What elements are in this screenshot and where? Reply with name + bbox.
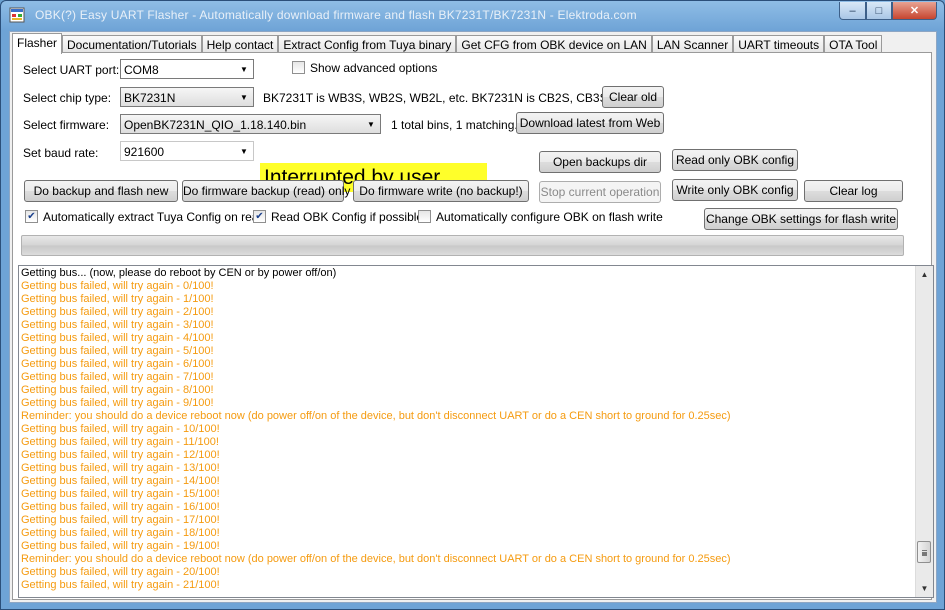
clear-old-button[interactable]: Clear old [602, 86, 664, 108]
log-line: Getting bus failed, will try again - 6/1… [21, 358, 214, 370]
client-area: Flasher Documentation/Tutorials Help con… [9, 31, 937, 603]
auto-configure-label: Automatically configure OBK on flash wri… [436, 210, 663, 224]
backup-and-flash-button[interactable]: Do backup and flash new [24, 180, 178, 202]
log-line: Getting bus failed, will try again - 8/1… [21, 384, 214, 396]
log-line: Getting bus failed, will try again - 17/… [21, 514, 220, 526]
checkmark-icon: ✔ [27, 211, 36, 222]
auto-configure-checkbox[interactable] [418, 210, 431, 223]
auto-extract-checkbox[interactable]: ✔ [25, 210, 38, 223]
log-line: Getting bus failed, will try again - 2/1… [21, 306, 214, 318]
log-lines: Getting bus... (now, please do reboot by… [21, 267, 913, 592]
dropdown-arrow-icon: ▼ [240, 92, 248, 102]
uart-port-value: COM8 [124, 63, 159, 77]
dropdown-arrow-icon: ▼ [240, 146, 248, 156]
tab-flasher[interactable]: Flasher [12, 33, 63, 54]
progress-bar [21, 235, 904, 256]
log-scrollbar[interactable]: ▲ ▼ [915, 266, 933, 597]
chip-type-select[interactable]: BK7231N ▼ [120, 87, 254, 107]
clear-log-button[interactable]: Clear log [804, 180, 903, 202]
firmware-value: OpenBK7231N_QIO_1.18.140.bin [124, 118, 307, 132]
checkmark-icon: ✔ [255, 211, 264, 222]
firmware-label: Select firmware: [23, 118, 110, 132]
log-line: Getting bus failed, will try again - 9/1… [21, 397, 214, 409]
maximize-icon: □ [875, 4, 883, 17]
log-line: Getting bus failed, will try again - 14/… [21, 475, 220, 487]
read-obk-config-checkbox[interactable]: ✔ [253, 210, 266, 223]
uart-port-select[interactable]: COM8 ▼ [120, 59, 254, 79]
log-line: Getting bus failed, will try again - 21/… [21, 579, 220, 591]
log-line: Getting bus failed, will try again - 10/… [21, 423, 220, 435]
log-line: Getting bus failed, will try again - 7/1… [21, 371, 214, 383]
close-icon: ✕ [909, 5, 920, 17]
dropdown-arrow-icon: ▼ [240, 64, 248, 74]
chip-type-label: Select chip type: [23, 91, 112, 105]
scrollbar-thumb[interactable] [917, 541, 931, 563]
log-line: Reminder: you should do a device reboot … [21, 553, 731, 565]
open-backups-button[interactable]: Open backups dir [539, 151, 661, 173]
log-line: Getting bus... (now, please do reboot by… [21, 267, 337, 279]
show-advanced-checkbox[interactable] [292, 61, 305, 74]
read-only-obk-config-button[interactable]: Read only OBK config [672, 149, 798, 171]
log-line: Reminder: you should do a device reboot … [21, 410, 731, 422]
log-line: Getting bus failed, will try again - 12/… [21, 449, 220, 461]
write-only-obk-config-button[interactable]: Write only OBK config [672, 179, 798, 201]
show-advanced-label: Show advanced options [310, 61, 438, 75]
maximize-button[interactable]: □ [866, 2, 892, 20]
log-line: Getting bus failed, will try again - 4/1… [21, 332, 214, 344]
chip-type-hint: BK7231T is WB3S, WB2S, WB2L, etc. BK7231… [263, 91, 631, 105]
firmware-summary: 1 total bins, 1 matching. [391, 118, 518, 132]
log-line: Getting bus failed, will try again - 20/… [21, 566, 220, 578]
read-obk-config-label: Read OBK Config if possible [271, 210, 424, 224]
change-obk-settings-button[interactable]: Change OBK settings for flash write [704, 208, 898, 230]
baud-rate-value: 921600 [124, 145, 165, 159]
dropdown-arrow-icon: ▼ [367, 119, 375, 129]
scroll-down-icon[interactable]: ▼ [916, 580, 933, 597]
minimize-icon: – [849, 4, 856, 17]
log-line: Getting bus failed, will try again - 5/1… [21, 345, 214, 357]
firmware-write-button[interactable]: Do firmware write (no backup!) [353, 180, 529, 202]
uart-port-label: Select UART port: [23, 63, 120, 77]
log-line: Getting bus failed, will try again - 3/1… [21, 319, 214, 331]
log-line: Getting bus failed, will try again - 1/1… [21, 293, 214, 305]
log-line: Getting bus failed, will try again - 16/… [21, 501, 220, 513]
download-latest-button[interactable]: Download latest from Web [516, 112, 664, 134]
chip-type-value: BK7231N [124, 91, 176, 105]
log-line: Getting bus failed, will try again - 13/… [21, 462, 220, 474]
log-line: Getting bus failed, will try again - 11/… [21, 436, 219, 448]
firmware-backup-button[interactable]: Do firmware backup (read) only [182, 180, 350, 202]
flasher-tab-page: Select UART port: COM8 ▼ Show advanced o… [12, 52, 934, 600]
minimize-button[interactable]: – [839, 2, 866, 20]
log-line: Getting bus failed, will try again - 19/… [21, 540, 220, 552]
close-button[interactable]: ✕ [892, 2, 937, 20]
scroll-up-icon[interactable]: ▲ [916, 266, 933, 283]
log-line: Getting bus failed, will try again - 15/… [21, 488, 220, 500]
log-line: Getting bus failed, will try again - 18/… [21, 527, 220, 539]
log-textbox[interactable]: Getting bus... (now, please do reboot by… [18, 265, 934, 598]
app-icon [9, 7, 25, 23]
stop-operation-button[interactable]: Stop current operation [539, 181, 661, 203]
baud-rate-label: Set baud rate: [23, 146, 99, 160]
app-window: OBK(?) Easy UART Flasher - Automatically… [0, 0, 945, 610]
auto-extract-label: Automatically extract Tuya Config on rea… [43, 210, 266, 224]
log-line: Getting bus failed, will try again - 0/1… [21, 280, 214, 292]
firmware-select[interactable]: OpenBK7231N_QIO_1.18.140.bin ▼ [120, 114, 381, 134]
title-bar[interactable]: OBK(?) Easy UART Flasher - Automatically… [1, 1, 944, 29]
baud-rate-select[interactable]: 921600 ▼ [120, 141, 254, 161]
window-title: OBK(?) Easy UART Flasher - Automatically… [35, 8, 637, 22]
tab-strip: Flasher Documentation/Tutorials Help con… [12, 33, 883, 54]
